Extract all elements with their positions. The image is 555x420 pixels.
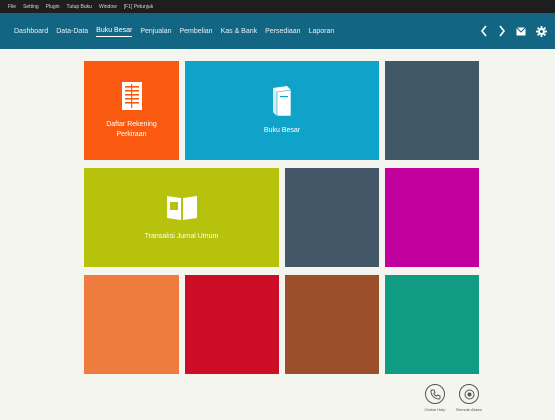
tile-blank-magenta[interactable] (385, 168, 479, 267)
tile-blank-slate-top[interactable] (385, 61, 479, 160)
tile-label: Transaksi Jurnal Umum (144, 232, 219, 240)
tile-label: Buku Besar (263, 126, 301, 134)
mail-icon[interactable] (516, 26, 526, 36)
tile-buku-besar[interactable]: Buku Besar (185, 61, 379, 160)
tab-kas-bank[interactable]: Kas & Bank (221, 26, 258, 37)
tile-daftar-rekening[interactable]: Daftar Rekening Perkiraan (84, 61, 179, 160)
menu-item-plugin[interactable]: Plugin (46, 4, 60, 10)
chevron-right-icon[interactable] (498, 25, 506, 37)
menu-item-file[interactable]: File (8, 4, 16, 10)
tile-blank-slate-mid[interactable] (285, 168, 379, 267)
tile-blank-brown[interactable] (285, 275, 379, 374)
phone-icon (425, 384, 445, 404)
tab-penjualan[interactable]: Penjualan (140, 26, 171, 37)
tab-pembelian[interactable]: Pembelian (179, 26, 212, 37)
tile-transaksi-jurnal-umum[interactable]: Transaksi Jurnal Umum (84, 168, 279, 267)
tile-label: Daftar Rekening Perkiraan (106, 120, 157, 138)
tile-blank-red[interactable] (185, 275, 279, 374)
chevron-left-icon[interactable] (480, 25, 488, 37)
tab-dashboard[interactable]: Dashboard (14, 26, 48, 37)
tile-blank-teal[interactable] (385, 275, 479, 374)
remote-akses-label: Remote Akses (456, 407, 482, 412)
tile-blank-orange[interactable] (84, 275, 179, 374)
nav-controls (480, 13, 547, 49)
tab-laporan[interactable]: Laporan (309, 26, 335, 37)
gear-icon[interactable] (536, 25, 547, 37)
online-help-button[interactable]: Online Help (423, 384, 447, 412)
remote-akses-button[interactable]: Remote Akses (455, 384, 483, 412)
menu-item-tutup-buku[interactable]: Tutup Buku (67, 4, 92, 10)
open-book-icon (165, 194, 199, 222)
menu-item-setting[interactable]: Setting (23, 4, 39, 10)
ledger-icon (121, 81, 142, 110)
menu-item-petunjuk[interactable]: [F1] Petunjuk (124, 4, 153, 10)
tab-buku-besar[interactable]: Buku Besar (96, 25, 133, 37)
tab-data-data[interactable]: Data-Data (56, 26, 88, 37)
online-help-label: Online Help (424, 407, 446, 412)
nav-bar: Dashboard Data-Data Buku Besar Penjualan… (0, 13, 555, 49)
tab-persediaan[interactable]: Persediaan (265, 26, 300, 37)
menu-bar: File Setting Plugin Tutup Buku Window [F… (0, 0, 555, 13)
remote-icon (459, 384, 479, 404)
book-icon (271, 85, 293, 116)
menu-item-window[interactable]: Window (99, 4, 117, 10)
